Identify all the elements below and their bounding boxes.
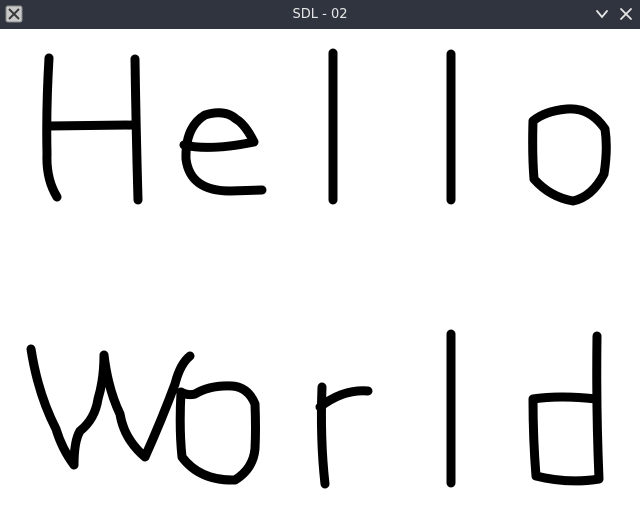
stroke-e xyxy=(179,108,267,196)
stroke-d xyxy=(528,331,604,486)
stroke-r xyxy=(315,382,373,489)
stroke-H-bar xyxy=(44,120,138,131)
title-bar[interactable]: SDL - 02 xyxy=(0,0,640,29)
stroke-H-right xyxy=(130,54,143,205)
sdl-window: SDL - 02 xyxy=(0,0,640,509)
stroke-o xyxy=(528,104,611,206)
window-title: SDL - 02 xyxy=(292,7,348,22)
handwriting-drawing xyxy=(26,48,611,489)
close-icon[interactable] xyxy=(617,5,635,23)
stroke-W xyxy=(26,344,195,470)
drawing-canvas[interactable] xyxy=(0,29,640,509)
stroke-o-second xyxy=(175,381,260,485)
chevron-down-icon[interactable] xyxy=(593,5,611,23)
